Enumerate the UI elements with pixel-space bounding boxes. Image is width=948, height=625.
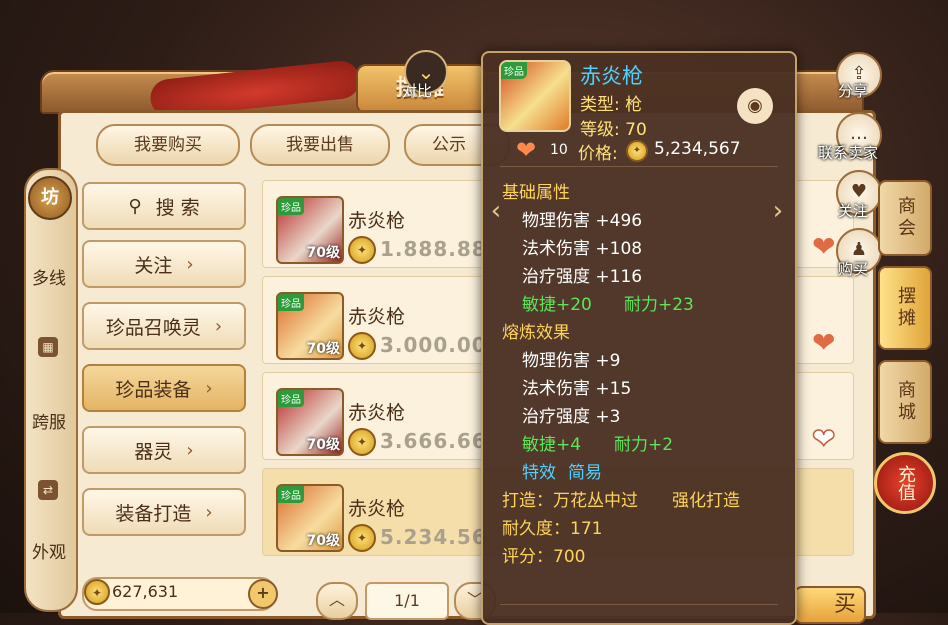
chevron-right-icon: › [186, 253, 194, 275]
next-arrow-icon[interactable]: › [766, 196, 790, 226]
bonus-stamina: 耐力+23 [624, 295, 694, 315]
item-price: 5,234,567 [654, 139, 741, 159]
item-price: 3.000.00 [380, 333, 487, 357]
category-label: 珍品装备 [115, 378, 192, 401]
chevron-right-icon: › [205, 501, 213, 523]
nav-appearance[interactable]: 外观 [30, 542, 68, 564]
nav-multiline[interactable]: 多线 [30, 268, 68, 290]
buy-icon: ♟ [850, 239, 868, 260]
item-thumbnail: 珍品 70级 [276, 388, 344, 456]
item-title: 赤炎枪 [580, 64, 643, 88]
category-label: 器灵 [134, 440, 173, 463]
base-attributes-title: 基础属性 [502, 183, 570, 203]
grid-icon: ▦ [38, 337, 58, 357]
score: 评分：700 [502, 547, 586, 567]
divider [500, 166, 778, 167]
purchase-label: 购买 [838, 260, 869, 278]
category-label: 装备打造 [115, 502, 192, 525]
chevron-right-icon: › [205, 377, 213, 399]
tab-buy[interactable]: 我要购买 [96, 124, 240, 166]
attribute-line: 治疗强度 +116 [522, 267, 643, 287]
recharge-button[interactable]: 充值 [874, 452, 936, 514]
category-follow[interactable]: 关注 › [82, 240, 246, 288]
item-level: 等级: 70 [580, 120, 647, 140]
item-name: 赤炎枪 [348, 498, 406, 520]
heart-icon: ❤ [516, 136, 537, 164]
item-type: 类型: 枪 [580, 95, 643, 115]
chat-icon: … [850, 123, 868, 144]
item-thumbnail: 珍品 70级 [276, 292, 344, 360]
heart-icon: ♥ [850, 181, 868, 202]
add-funds-button[interactable]: + [248, 579, 278, 609]
search-button[interactable]: ⚲ 搜 索 [82, 182, 246, 230]
wallet-balance: 627,631 [112, 582, 179, 601]
nav-mall[interactable]: 商城 [878, 360, 932, 444]
coin-icon: ✦ [84, 579, 110, 605]
attribute-line: 法术伤害 +108 [522, 239, 643, 259]
category-label: 关注 [134, 254, 173, 277]
category-rare-equipment[interactable]: 珍品装备 › [82, 364, 246, 412]
follow-label: 关注 [838, 202, 869, 220]
page-indicator: 1/1 [365, 582, 449, 620]
bonus-agility: 敏捷+20 [522, 295, 592, 315]
item-price: 5.234.56 [380, 525, 487, 549]
swap-icon: ⇄ [38, 480, 58, 500]
search-icon: ⚲ [128, 195, 142, 217]
category-label: 珍品召唤灵 [105, 316, 201, 339]
coin-icon: ✦ [348, 524, 376, 552]
special-effect-label: 特效 [522, 463, 556, 483]
nav-cross-server[interactable]: 跨服 [30, 412, 68, 434]
attribute-line: 物理伤害 +496 [522, 211, 643, 231]
item-icon: 珍品 [499, 60, 571, 132]
nav-chamber[interactable]: 商会 [878, 180, 932, 256]
divider [500, 604, 778, 605]
heart-icon[interactable]: ❤ [812, 230, 835, 263]
compare-label: 对比 [402, 82, 433, 100]
chevron-right-icon: › [214, 315, 223, 337]
share-label: 分享 [838, 82, 869, 100]
coin-icon: ✦ [626, 140, 648, 162]
item-thumbnail: 珍品 70级 [276, 484, 344, 552]
eye-icon[interactable]: ◉ [737, 88, 773, 124]
chevron-right-icon: › [186, 439, 194, 461]
page-up-button[interactable]: ︿ [316, 582, 358, 620]
heart-outline-icon[interactable]: ❤ [811, 421, 836, 456]
search-label: 搜 索 [155, 196, 200, 219]
nav-stall[interactable]: 摆摊 [878, 266, 932, 350]
tab-sell[interactable]: 我要出售 [250, 124, 390, 166]
item-name: 赤炎枪 [348, 210, 406, 232]
attribute-line: 法术伤害 +15 [522, 379, 632, 399]
coin-icon: ✦ [348, 332, 376, 360]
category-rare-pet[interactable]: 珍品召唤灵 › [82, 302, 246, 350]
market-emblem: 坊 [28, 176, 72, 220]
favorite-count: 10 [550, 142, 568, 158]
coin-icon: ✦ [348, 236, 376, 264]
price-label: 价格: [578, 144, 618, 164]
item-price: 3.666.66 [380, 429, 487, 453]
buy-button[interactable]: 买 [794, 586, 866, 624]
item-price: 1.888.88 [380, 237, 487, 261]
refine-effects-title: 熔炼效果 [502, 323, 570, 343]
attribute-line: 治疗强度 +3 [522, 407, 621, 427]
coin-icon: ✦ [348, 428, 376, 456]
contact-seller-label: 联系卖家 [818, 144, 879, 162]
durability: 耐久度：171 [502, 519, 603, 539]
category-spirit[interactable]: 器灵 › [82, 426, 246, 474]
item-thumbnail: 珍品 70级 [276, 196, 344, 264]
attribute-line: 物理伤害 +9 [522, 351, 621, 371]
heart-icon[interactable]: ❤ [812, 326, 835, 359]
enhance-forge: 强化打造 [672, 491, 740, 511]
refine-agility: 敏捷+4 [522, 435, 582, 455]
forge-info: 打造：万花丛中过 [502, 491, 638, 511]
special-effect-value: 简易 [568, 463, 602, 483]
refine-stamina: 耐力+2 [614, 435, 674, 455]
category-equipment-forge[interactable]: 装备打造 › [82, 488, 246, 536]
item-name: 赤炎枪 [348, 306, 406, 328]
item-name: 赤炎枪 [348, 402, 406, 424]
